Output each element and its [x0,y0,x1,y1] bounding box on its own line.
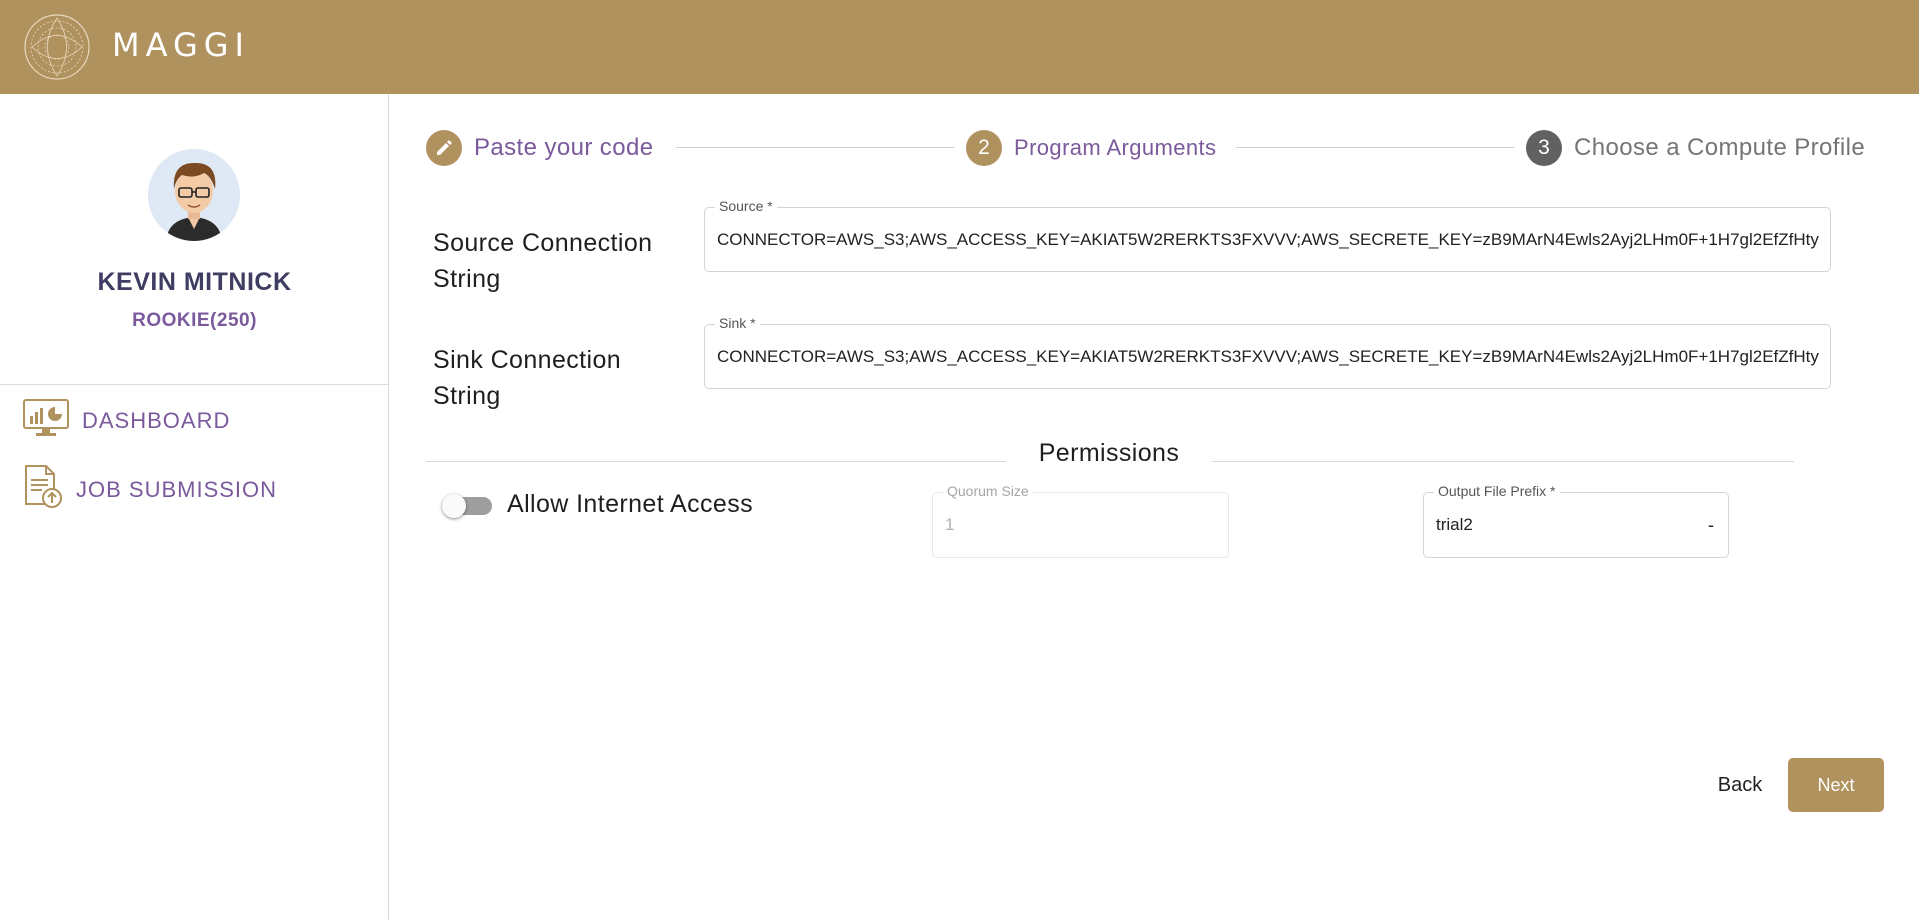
sink-connection-input[interactable]: CONNECTOR=AWS_S3;AWS_ACCESS_KEY=AKIAT5W2… [717,325,1820,388]
sidebar-item-label: JOB SUBMISSION [76,476,278,502]
step-connector [1236,147,1514,148]
avatar [148,149,240,241]
sink-connection-field[interactable]: Sink * CONNECTOR=AWS_S3;AWS_ACCESS_KEY=A… [704,315,1831,389]
quorum-size-input: 1 [945,515,955,534]
sidebar-item-label: DASHBOARD [82,407,231,433]
sink-connection-label: Sink Connection String [433,346,622,410]
internet-access-label: Allow Internet Access [507,490,754,518]
user-name: KEVIN MITNICK [97,268,292,296]
divider-right [1210,461,1794,462]
toggle-thumb [442,494,466,518]
next-button[interactable]: Next [1788,758,1884,812]
output-prefix-suffix: - [1708,515,1714,535]
source-connection-label: Source Connection String [433,229,653,293]
user-rank: ROOKIE(250) [132,310,257,331]
step-compute-profile[interactable]: 3 Choose a Compute Profile [1526,128,1865,168]
document-upload-icon [22,464,64,515]
stepper: Paste your code 2 Program Arguments 3 Ch… [426,128,1886,168]
step-label: Choose a Compute Profile [1574,134,1866,161]
quorum-size-field: Quorum Size 1 [932,483,1229,558]
permissions-title: Permissions [1006,439,1212,468]
sidebar: KEVIN MITNICK ROOKIE(250) DASHBOARD JOB … [0,94,389,920]
internet-access-toggle[interactable] [442,494,496,518]
brand-name: MAGGI [112,26,250,64]
step-label: Paste your code [474,134,654,161]
divider-left [426,461,1008,462]
output-prefix-field[interactable]: Output File Prefix * trial2 - [1423,483,1729,558]
step-label: Program Arguments [1014,135,1217,160]
top-app-bar: MAGGI [0,0,1919,94]
step-paste-code[interactable]: Paste your code [426,128,653,168]
back-button[interactable]: Back [1700,760,1780,810]
step-number-badge: 2 [966,130,1002,166]
step-program-arguments[interactable]: 2 Program Arguments [966,128,1216,168]
dashboard-monitor-icon [22,398,70,443]
sidebar-divider [0,384,389,385]
output-prefix-input[interactable]: trial2 [1436,493,1718,557]
pencil-icon [426,130,462,166]
step-number-badge: 3 [1526,130,1562,166]
logo-icon [24,14,90,80]
source-connection-input[interactable]: CONNECTOR=AWS_S3;AWS_ACCESS_KEY=AKIAT5W2… [717,208,1820,271]
source-connection-field[interactable]: Source * CONNECTOR=AWS_S3;AWS_ACCESS_KEY… [704,198,1831,272]
step-connector [676,147,954,148]
sidebar-item-dashboard[interactable]: DASHBOARD [22,398,230,443]
sidebar-item-job-submission[interactable]: JOB SUBMISSION [22,464,277,515]
